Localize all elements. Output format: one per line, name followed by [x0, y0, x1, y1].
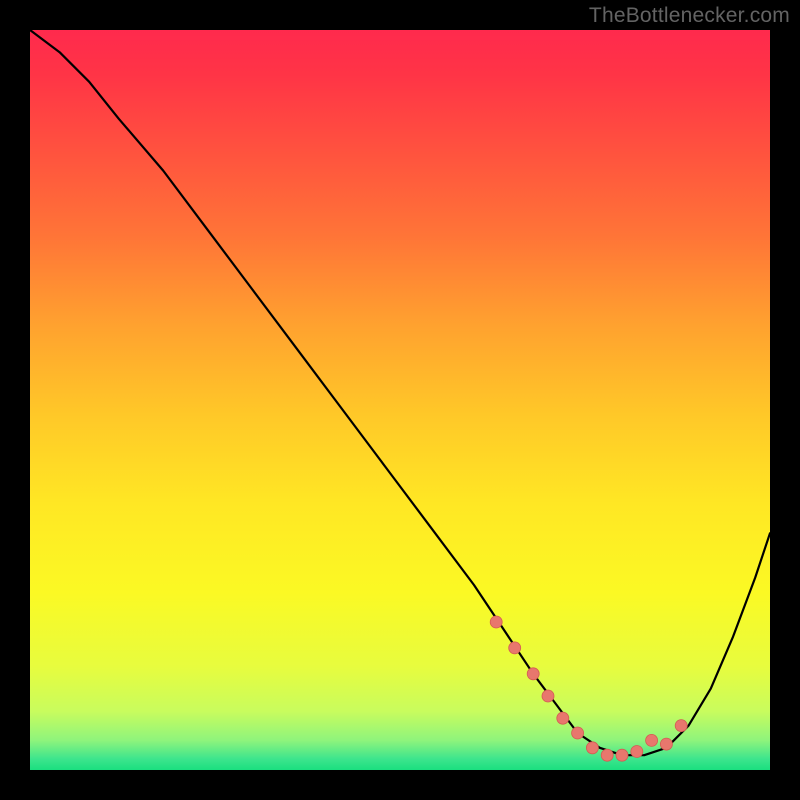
marker-dot: [660, 738, 672, 750]
marker-dot: [616, 749, 628, 761]
marker-dot: [586, 742, 598, 754]
bottleneck-curve: [30, 30, 770, 755]
marker-dot: [675, 720, 687, 732]
chart-overlay: [30, 30, 770, 770]
watermark-text: TheBottlenecker.com: [589, 4, 790, 28]
marker-dot: [646, 734, 658, 746]
marker-dot: [631, 746, 643, 758]
marker-dot: [542, 690, 554, 702]
marker-dot: [509, 642, 521, 654]
marker-dot: [527, 668, 539, 680]
marker-dot: [557, 712, 569, 724]
chart-frame: TheBottlenecker.com: [0, 0, 800, 800]
marker-dot: [601, 749, 613, 761]
plot-area: [30, 30, 770, 770]
marker-dot: [490, 616, 502, 628]
marker-dot: [572, 727, 584, 739]
